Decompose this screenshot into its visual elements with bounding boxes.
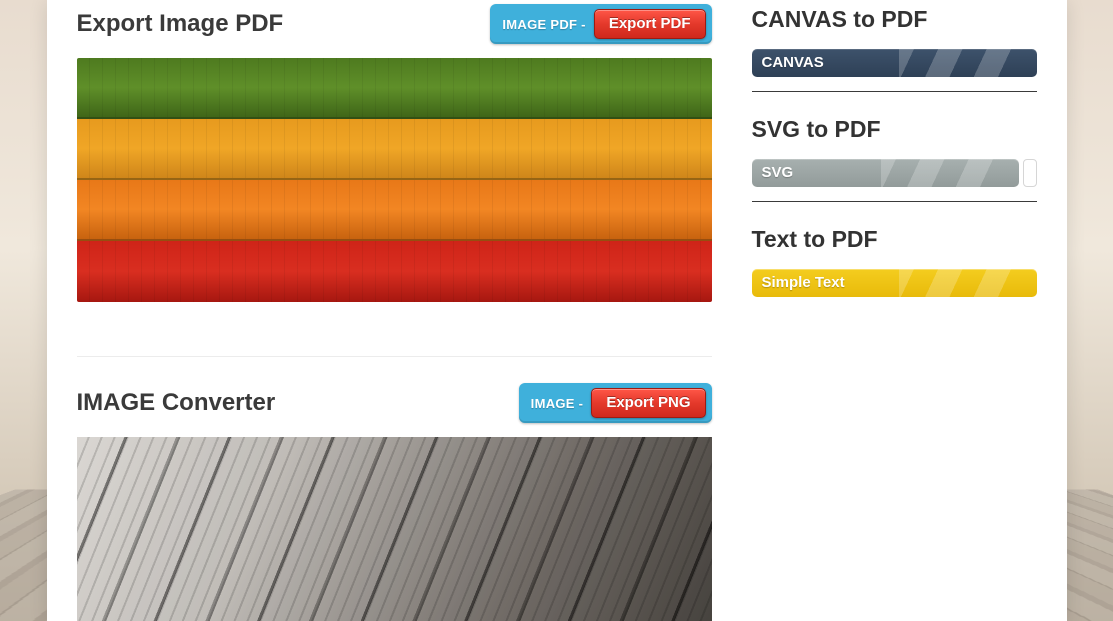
sidebar-divider (752, 91, 1037, 92)
sidebar-block-canvas-to-pdf: CANVAS to PDF CANVAS (752, 6, 1037, 92)
preview-image-gray-planks (77, 437, 712, 621)
sidebar-band-svg-endcap[interactable] (1023, 159, 1037, 187)
sidebar-title: Text to PDF (752, 226, 1037, 253)
export-pdf-button[interactable]: Export PDF (594, 9, 706, 39)
wood-strip-amber (77, 119, 712, 180)
export-wrap-image-pdf: IMAGE PDF - Export PDF (490, 4, 711, 44)
sidebar-block-text-to-pdf: Text to PDF Simple Text (752, 226, 1037, 297)
export-prefix-label: IMAGE PDF - (502, 17, 585, 32)
wood-strip-red (77, 241, 712, 302)
main-column: Export Image PDF IMAGE PDF - Export PDF … (77, 0, 752, 621)
wood-strip-green (77, 58, 712, 119)
export-png-button[interactable]: Export PNG (591, 388, 705, 418)
export-prefix-label: IMAGE - (531, 396, 584, 411)
sidebar-block-svg-to-pdf: SVG to PDF SVG (752, 116, 1037, 202)
sidebar-title: SVG to PDF (752, 116, 1037, 143)
section-header-export-image-pdf: Export Image PDF IMAGE PDF - Export PDF (77, 4, 712, 44)
sidebar-band-label: SVG (762, 164, 794, 181)
page-card: Export Image PDF IMAGE PDF - Export PDF … (47, 0, 1067, 621)
section-divider (77, 356, 712, 357)
sidebar-band-simple-text[interactable]: Simple Text (752, 269, 1037, 297)
sidebar-band-canvas[interactable]: CANVAS (752, 49, 1037, 77)
sidebar-column: CANVAS to PDF CANVAS SVG to PDF SVG Text… (752, 0, 1037, 621)
sidebar-band-label: Simple Text (762, 274, 845, 291)
preview-image-wood-stripes (77, 58, 712, 302)
section-header-image-converter: IMAGE Converter IMAGE - Export PNG (77, 383, 712, 423)
sidebar-title: CANVAS to PDF (752, 6, 1037, 33)
sidebar-band-svg[interactable]: SVG (752, 159, 1019, 187)
section-title: IMAGE Converter (77, 389, 276, 417)
section-title: Export Image PDF (77, 10, 284, 38)
sidebar-band-label: CANVAS (762, 54, 824, 71)
wood-strip-orange (77, 180, 712, 241)
export-wrap-image: IMAGE - Export PNG (519, 383, 712, 423)
sidebar-band-svg-wrap: SVG (752, 159, 1037, 187)
sidebar-divider (752, 201, 1037, 202)
